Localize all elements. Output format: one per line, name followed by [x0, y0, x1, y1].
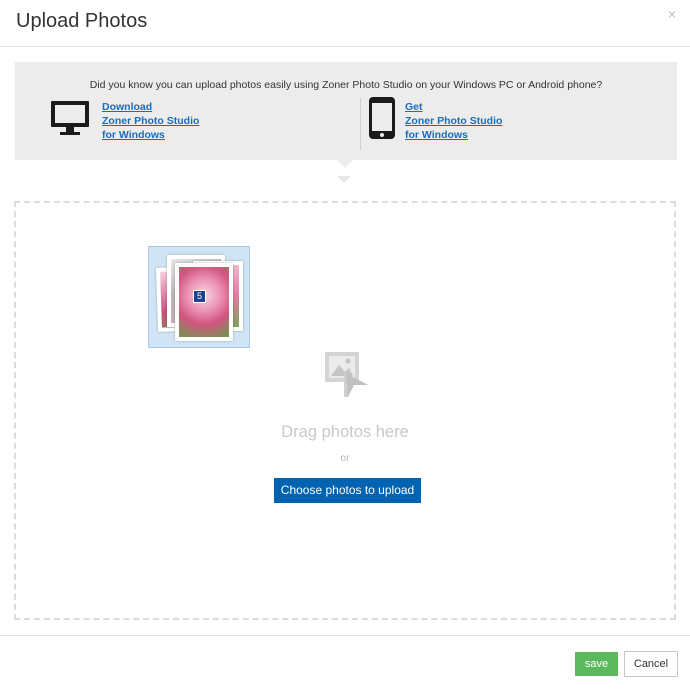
get-zps-link[interactable]: Get Zoner Photo Studio for Windows [405, 100, 502, 142]
or-separator: or [340, 453, 350, 464]
close-icon[interactable]: × [668, 6, 676, 22]
choose-photos-button[interactable]: Choose photos to upload [274, 478, 421, 503]
get-link-line3: for Windows [405, 129, 468, 141]
photo-dropzone[interactable] [14, 201, 676, 620]
promo-pointer [337, 160, 353, 168]
cancel-button[interactable]: Cancel [624, 651, 678, 677]
image-upload-icon [325, 352, 368, 397]
get-link-line2: Zoner Photo Studio [405, 115, 503, 127]
promo-divider [360, 98, 361, 150]
smartphone-icon [369, 97, 395, 139]
download-link-line1: Download [102, 101, 153, 113]
download-link-line2: Zoner Photo Studio [102, 115, 200, 127]
promo-message: Did you know you can upload photos easil… [89, 79, 603, 91]
dialog-title: Upload Photos [16, 10, 148, 32]
download-link-line3: for Windows [102, 129, 165, 141]
get-link-line1: Get [405, 101, 423, 113]
dialog-header: Upload Photos × [0, 0, 690, 47]
save-button[interactable]: save [575, 652, 618, 676]
drag-count-badge: 5 [193, 290, 206, 303]
promo-banner: Did you know you can upload photos easil… [15, 62, 677, 160]
monitor-icon [51, 101, 89, 135]
promo-pointer-shadow [337, 176, 351, 183]
drag-photos-here-text: Drag photos here [281, 423, 409, 441]
download-zps-link[interactable]: Download Zoner Photo Studio for Windows [102, 100, 199, 142]
